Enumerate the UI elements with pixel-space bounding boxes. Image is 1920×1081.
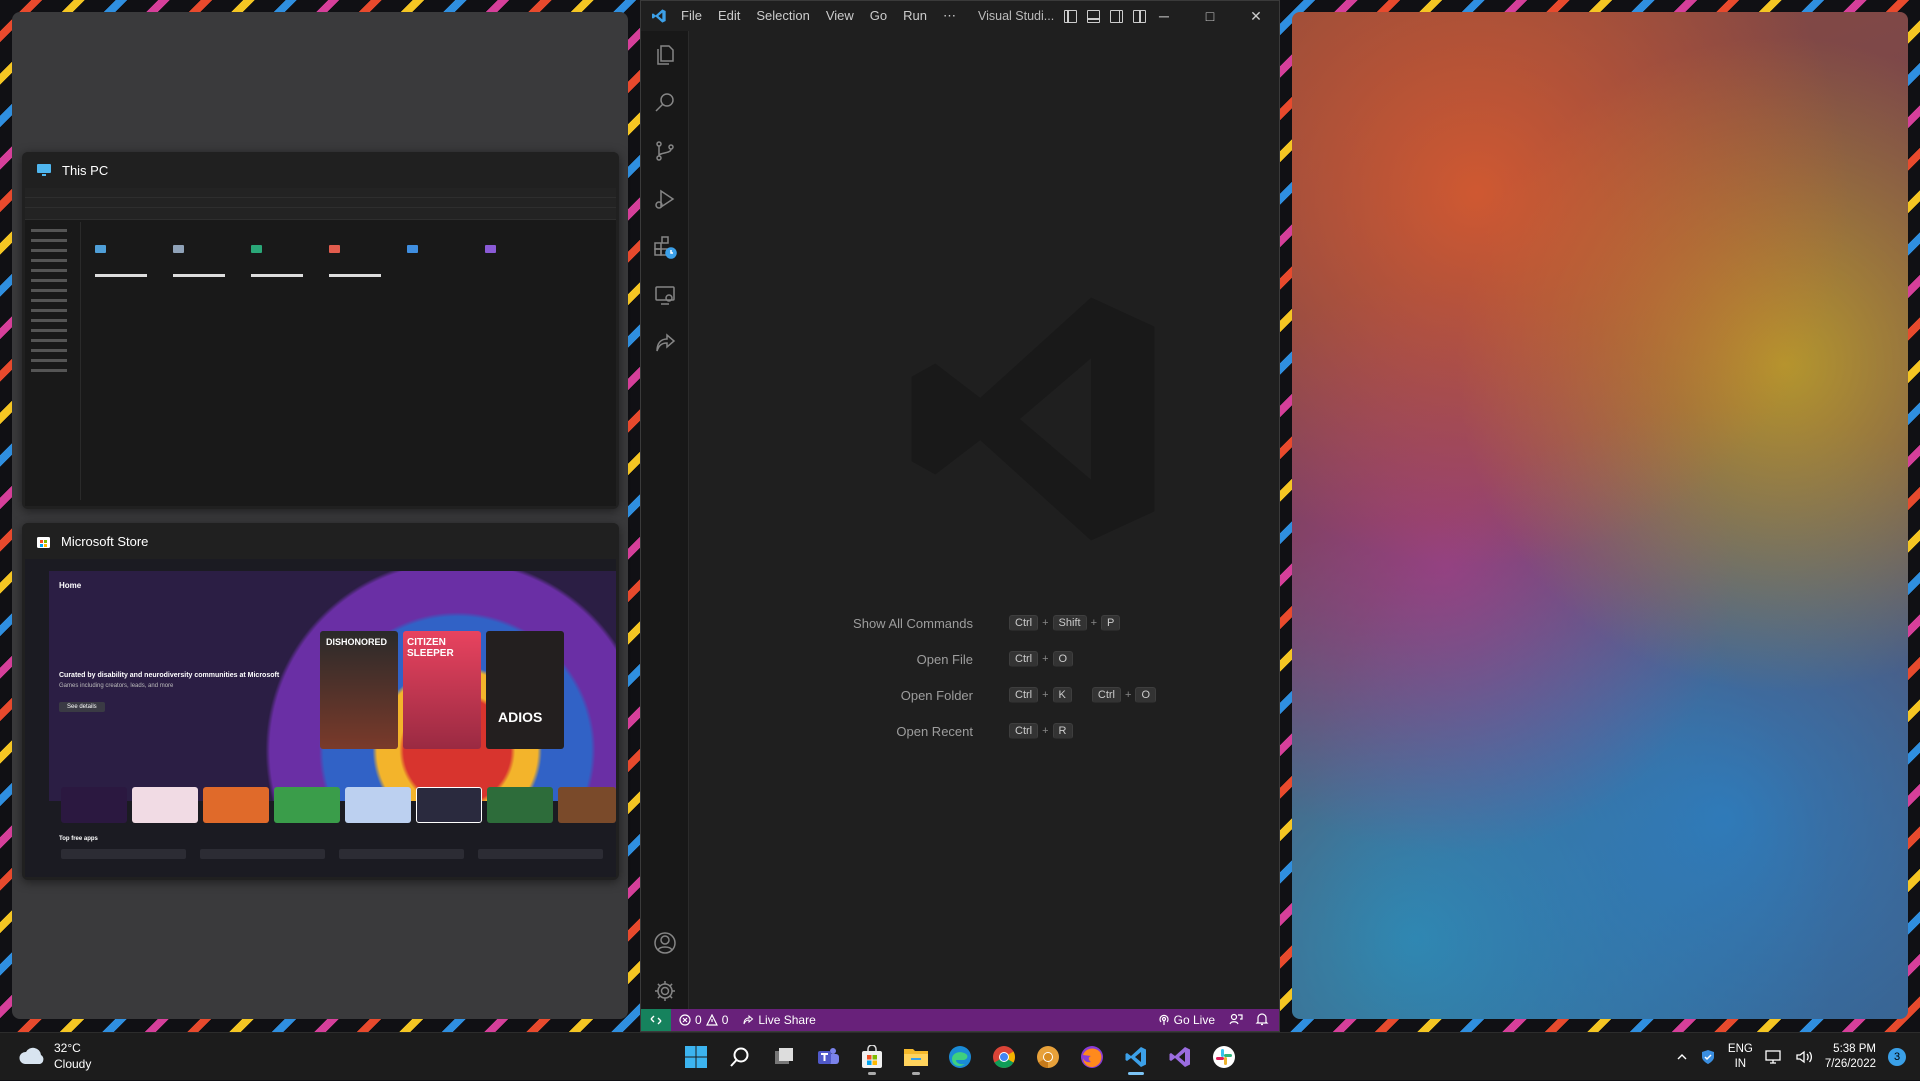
this-pc-icon <box>37 164 51 176</box>
broadcast-icon <box>1159 1014 1169 1025</box>
error-count: 0 <box>695 1013 702 1027</box>
chevron-up-icon[interactable] <box>1676 1051 1688 1063</box>
security-shield-icon[interactable] <box>1700 1049 1716 1065</box>
warning-icon <box>705 1014 718 1026</box>
store-headline: Curated by disability and neurodiversity… <box>59 672 280 679</box>
go-live-button[interactable]: Go Live <box>1158 1013 1215 1027</box>
live-share-status[interactable]: Live Share <box>742 1013 816 1027</box>
menu-file[interactable]: File <box>681 8 702 24</box>
run-debug-icon[interactable] <box>641 177 689 221</box>
taskbar-apps <box>676 1039 1244 1075</box>
remote-icon <box>650 1015 662 1025</box>
search-icon[interactable] <box>641 81 689 125</box>
explorer-icon[interactable] <box>641 33 689 77</box>
notification-badge[interactable]: 3 <box>1888 1048 1906 1066</box>
menu-edit[interactable]: Edit <box>718 8 740 24</box>
system-tray: ENG IN 5:38 PM 7/26/2022 3 <box>1676 1033 1906 1081</box>
language-indicator[interactable]: ENG IN <box>1728 1042 1753 1072</box>
extensions-icon[interactable] <box>641 225 689 269</box>
store-see-details-button: See details <box>59 702 105 712</box>
store-section-title: Top free apps <box>59 836 98 842</box>
store-preview: Home Curated by disability and neurodive… <box>25 559 616 877</box>
chrome-icon[interactable] <box>984 1039 1024 1075</box>
teams-icon[interactable] <box>808 1039 848 1075</box>
menu-go[interactable]: Go <box>870 8 887 24</box>
warning-count: 0 <box>721 1013 729 1027</box>
error-icon <box>679 1014 691 1026</box>
store-subline: Games including creators, leads, and mor… <box>59 683 174 689</box>
vscode-titlebar: File Edit Selection View Go Run ⋯ Visual… <box>641 1 1279 31</box>
editor-area[interactable]: Show All Commands Ctrl + Shift + P Open Fi… <box>689 31 1279 1009</box>
minimize-button[interactable]: ─ <box>1141 1 1187 31</box>
task-view-icon[interactable] <box>764 1039 804 1075</box>
layout-controls <box>1064 9 1147 23</box>
weather-widget[interactable]: 32°C Cloudy <box>18 1040 91 1072</box>
toggle-secondary-sidebar-icon[interactable] <box>1110 9 1124 23</box>
remote-explorer-icon[interactable] <box>641 273 689 317</box>
thumbnail-titlebar: Microsoft Store <box>22 523 619 559</box>
network-icon[interactable] <box>1765 1049 1783 1065</box>
thumbnail-title: This PC <box>62 162 109 178</box>
vscode-logo-icon <box>652 9 666 23</box>
weather-condition: Cloudy <box>54 1057 92 1071</box>
cloud-icon <box>19 1047 44 1064</box>
edge-icon[interactable] <box>940 1039 980 1075</box>
snap-thumbnail-microsoft-store[interactable]: Microsoft Store Home Curated by disabili… <box>22 523 619 880</box>
chrome-canary-icon[interactable] <box>1028 1039 1068 1075</box>
file-explorer-preview <box>25 188 616 506</box>
microsoft-store-icon <box>37 536 50 548</box>
remote-indicator[interactable] <box>641 1009 671 1031</box>
menu-view[interactable]: View <box>826 8 854 24</box>
windows-start-icon[interactable] <box>676 1039 716 1075</box>
menu-more[interactable]: ⋯ <box>943 8 956 24</box>
thumbnail-titlebar: This PC <box>22 152 619 188</box>
live-share-icon <box>743 1014 754 1025</box>
weather-temp: 32°C <box>54 1041 81 1055</box>
snap-thumbnail-this-pc[interactable]: This PC <box>22 152 619 509</box>
activity-bar <box>641 31 689 1009</box>
vscode-window: File Edit Selection View Go Run ⋯ Visual… <box>640 0 1280 1032</box>
menu-bar: File Edit Selection View Go Run ⋯ <box>681 8 956 24</box>
window-title: Visual Studi... <box>978 9 1055 23</box>
source-control-icon[interactable] <box>641 129 689 173</box>
store-home-label: Home <box>59 581 82 590</box>
taskbar: 32°C Cloudy ENG IN 5:38 PM 7/26/2022 3 <box>0 1032 1920 1080</box>
store-cover-1: DISHONORED <box>320 631 398 749</box>
visual-studio-icon[interactable] <box>1160 1039 1200 1075</box>
maximize-button[interactable]: □ <box>1187 1 1233 31</box>
file-explorer-icon[interactable] <box>896 1039 936 1075</box>
store-cover-3: ADIOS <box>486 631 564 749</box>
thumbnail-title: Microsoft Store <box>61 533 149 549</box>
vscode-icon[interactable] <box>1116 1039 1156 1075</box>
close-button[interactable]: ✕ <box>1233 1 1279 31</box>
feedback-icon[interactable] <box>1229 1012 1243 1029</box>
notifications-bell-icon[interactable] <box>1255 1012 1269 1029</box>
blurred-window <box>1292 12 1908 1019</box>
vscode-watermark-logo <box>911 297 1155 541</box>
settings-gear-icon[interactable] <box>641 969 689 1013</box>
desktop: This PC Microsoft Store Home Curated by … <box>0 0 1920 1032</box>
accounts-icon[interactable] <box>641 921 689 965</box>
menu-selection[interactable]: Selection <box>756 8 809 24</box>
live-share-icon[interactable] <box>641 321 689 365</box>
search-icon[interactable] <box>720 1039 760 1075</box>
menu-run[interactable]: Run <box>903 8 927 24</box>
clock-time: 5:38 PM <box>1833 1043 1876 1055</box>
firefox-icon[interactable] <box>1072 1039 1112 1075</box>
volume-icon[interactable] <box>1795 1049 1813 1065</box>
store-cover-2: CITIZEN SLEEPER <box>403 631 481 749</box>
toggle-panel-icon[interactable] <box>1087 9 1101 23</box>
toggle-primary-sidebar-icon[interactable] <box>1064 9 1078 23</box>
status-bar: 0 0 Live Share Go Live <box>641 1009 1279 1031</box>
problems-indicator[interactable]: 0 0 <box>679 1013 728 1027</box>
slack-icon[interactable] <box>1204 1039 1244 1075</box>
clock-date: 7/26/2022 <box>1824 1058 1876 1070</box>
clock[interactable]: 5:38 PM 7/26/2022 <box>1825 1042 1876 1072</box>
microsoft-store-icon[interactable] <box>852 1039 892 1075</box>
